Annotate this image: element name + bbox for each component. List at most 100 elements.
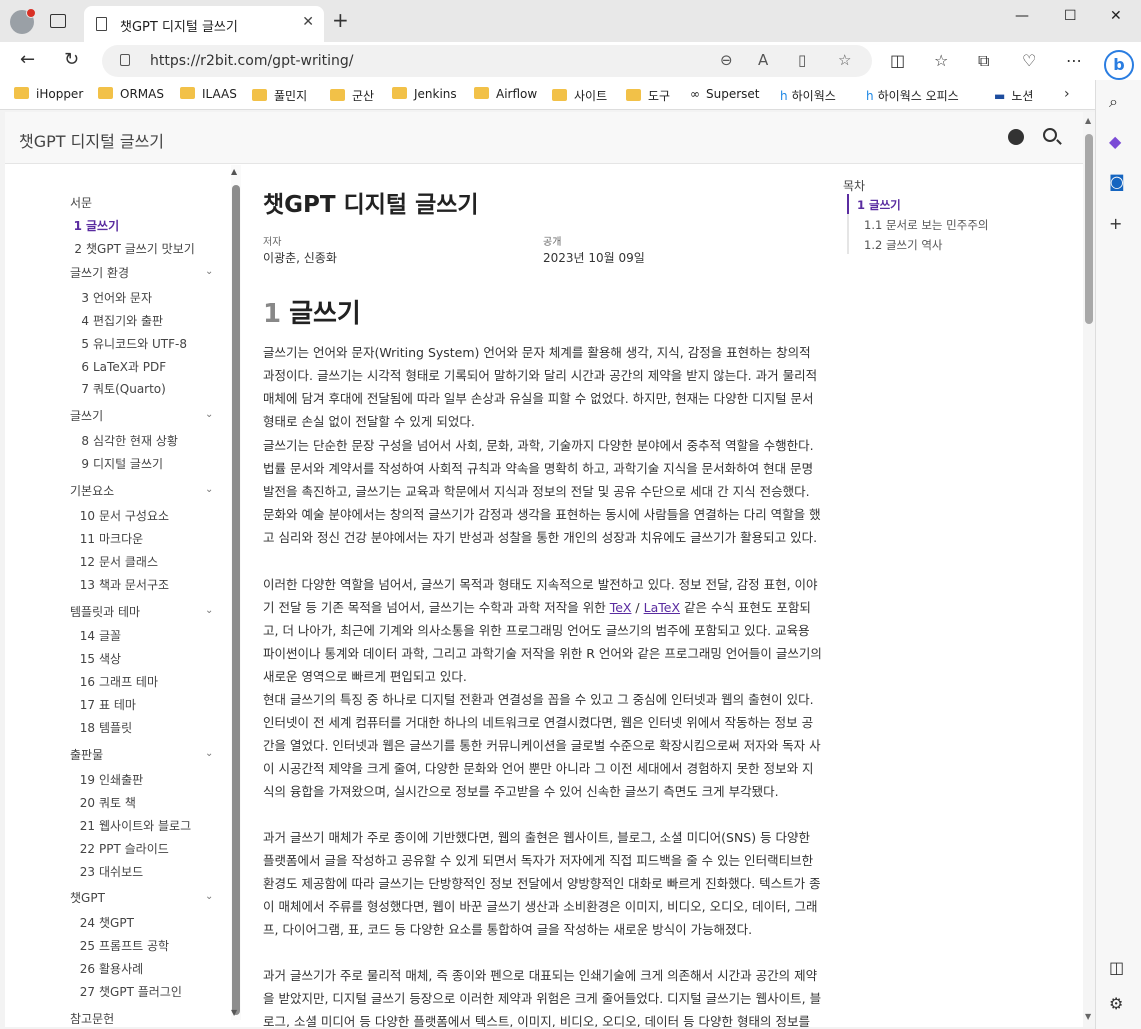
sidebar-item-chapter[interactable]: 3 언어와 문자 bbox=[77, 289, 152, 306]
sidebar-section[interactable]: 챗GPT bbox=[70, 889, 105, 906]
bookmark-item[interactable]: 사이트 bbox=[552, 87, 607, 104]
chevron-down-icon[interactable]: ⌄ bbox=[205, 891, 213, 902]
scrollbar-thumb[interactable] bbox=[1085, 134, 1093, 324]
tex-link[interactable]: TeX bbox=[610, 600, 632, 615]
favorites-icon[interactable]: ☆ bbox=[934, 51, 948, 70]
bookmark-item[interactable]: 풀민지 bbox=[252, 87, 307, 104]
chevron-down-icon[interactable]: ⌄ bbox=[205, 266, 213, 277]
sidebar-item-chapter[interactable]: 10 문서 구성요소 bbox=[77, 507, 169, 524]
sidebar-section[interactable]: 기본요소 bbox=[70, 482, 114, 499]
bookmark-item[interactable]: ILAAS bbox=[180, 87, 237, 101]
favorite-star-icon[interactable]: ☆ bbox=[838, 51, 851, 69]
bookmark-item[interactable]: h 하이웍스 오피스 bbox=[866, 87, 959, 104]
address-bar[interactable]: https://r2bit.com/gpt-writing/ ⊖ A ▯ ☆ bbox=[102, 45, 872, 77]
maximize-icon[interactable]: ☐ bbox=[1064, 8, 1077, 24]
sidebar-scrollbar[interactable]: ▲ ▼ bbox=[231, 165, 241, 1020]
sidebar-item-chapter[interactable]: 23 대쉬보드 bbox=[77, 863, 143, 880]
sidebar-item-chapter[interactable]: 8 심각한 현재 상황 bbox=[77, 432, 178, 449]
chevron-down-icon[interactable]: ⌄ bbox=[205, 748, 213, 759]
sidebar-item-chapter[interactable]: 13 책과 문서구조 bbox=[77, 576, 169, 593]
sidebar-item-chapter[interactable]: 16 그래프 테마 bbox=[77, 673, 158, 690]
scroll-up-icon[interactable]: ▲ bbox=[1085, 116, 1091, 125]
url-text[interactable]: https://r2bit.com/gpt-writing/ bbox=[150, 53, 353, 69]
chevron-down-icon[interactable]: ⌄ bbox=[205, 409, 213, 420]
sidebar-section[interactable]: 글쓰기 환경 bbox=[70, 264, 129, 281]
sidebar-item-chapter[interactable]: 26 활용사례 bbox=[77, 960, 143, 977]
reader-view-icon[interactable]: ▯ bbox=[798, 51, 806, 69]
sidebar-item-chapter[interactable]: 18 템플릿 bbox=[77, 719, 132, 736]
bookmark-item[interactable]: 도구 bbox=[626, 87, 670, 104]
new-tab-icon[interactable]: + bbox=[332, 10, 349, 30]
collections-icon[interactable]: ⧉ bbox=[978, 51, 989, 71]
split-screen-icon[interactable]: ◫ bbox=[890, 51, 905, 70]
sidebar-item-chapter[interactable]: 15 색상 bbox=[77, 650, 121, 667]
toc-item[interactable]: 1.2 글쓰기 역사 bbox=[864, 237, 943, 253]
window-close-icon[interactable]: ✕ bbox=[1110, 8, 1122, 24]
scroll-down-icon[interactable]: ▼ bbox=[231, 1008, 237, 1017]
sidebar-item-chapter[interactable]: 11 마크다운 bbox=[77, 530, 143, 547]
bookmark-item[interactable]: h 하이웍스 bbox=[780, 87, 836, 104]
minimize-icon[interactable]: — bbox=[1015, 8, 1029, 24]
tab-actions-icon[interactable] bbox=[50, 14, 66, 28]
sidebar-section[interactable]: 템플릿과 테마 bbox=[70, 603, 140, 620]
add-icon[interactable]: + bbox=[1109, 214, 1122, 233]
settings-gear-icon[interactable]: ⚙ bbox=[1109, 994, 1123, 1013]
scrollbar-thumb[interactable] bbox=[232, 185, 240, 1015]
sidebar-section[interactable]: 글쓰기 bbox=[70, 407, 103, 424]
sidebar-item-chapter[interactable]: 1 글쓰기 bbox=[70, 217, 119, 234]
sidebar-section[interactable]: 출판물 bbox=[70, 746, 103, 763]
copilot-icon[interactable]: ◆ bbox=[1109, 132, 1121, 151]
more-menu-icon[interactable]: ⋯ bbox=[1066, 51, 1082, 70]
sidebar-item-chapter[interactable]: 6 LaTeX과 PDF bbox=[77, 358, 166, 375]
bookmark-item[interactable]: Airflow bbox=[474, 87, 537, 101]
chevron-right-icon[interactable]: › bbox=[1064, 86, 1070, 102]
sidebar-item-preface[interactable]: 서문 bbox=[70, 194, 92, 211]
bookmark-item[interactable]: iHopper bbox=[14, 87, 83, 101]
site-title[interactable]: 챗GPT 디지털 글쓰기 bbox=[19, 128, 164, 152]
sidebar-item-chapter[interactable]: 25 프롬프트 공학 bbox=[77, 937, 169, 954]
sidebar-item-chapter[interactable]: 17 표 테마 bbox=[77, 696, 136, 713]
close-tab-icon[interactable]: ✕ bbox=[302, 14, 314, 30]
bing-copilot-icon[interactable]: b bbox=[1104, 50, 1134, 80]
refresh-icon[interactable]: ↻ bbox=[64, 50, 79, 70]
scroll-down-icon[interactable]: ▼ bbox=[1085, 1012, 1091, 1021]
back-icon[interactable]: ← bbox=[20, 50, 35, 70]
chevron-down-icon[interactable]: ⌄ bbox=[205, 605, 213, 616]
toc-item[interactable]: 1 글쓰기 bbox=[857, 197, 901, 213]
search-icon[interactable]: ⌕ bbox=[1109, 92, 1118, 112]
page-scrollbar[interactable]: ▲ ▼ bbox=[1083, 112, 1095, 1027]
bookmark-item[interactable]: Jenkins bbox=[392, 87, 457, 101]
sidebar-item-chapter[interactable]: 22 PPT 슬라이드 bbox=[77, 840, 169, 857]
chevron-down-icon[interactable]: ⌄ bbox=[205, 484, 213, 495]
outlook-icon[interactable]: ◙ bbox=[1109, 172, 1125, 191]
health-icon[interactable]: ♡ bbox=[1022, 51, 1036, 70]
sidebar-item-chapter[interactable]: 14 글꼴 bbox=[77, 627, 121, 644]
latex-link[interactable]: LaTeX bbox=[644, 600, 680, 615]
bookmark-item[interactable]: ▬ 노션 bbox=[994, 87, 1033, 104]
sidebar-toggle-icon[interactable]: ◫ bbox=[1109, 958, 1124, 977]
sidebar-item-chapter[interactable]: 27 챗GPT 플러그인 bbox=[77, 983, 182, 1000]
scroll-up-icon[interactable]: ▲ bbox=[231, 167, 237, 176]
github-icon[interactable] bbox=[1008, 129, 1024, 145]
browser-tab[interactable]: 챗GPT 디지털 글쓰기 ✕ bbox=[84, 6, 324, 42]
sidebar-item-chapter[interactable]: 5 유니코드와 UTF-8 bbox=[77, 335, 187, 352]
zoom-icon[interactable]: ⊖ bbox=[720, 51, 733, 69]
page-icon bbox=[96, 17, 107, 31]
sidebar-item-references[interactable]: 참고문헌 bbox=[70, 1010, 114, 1027]
bookmark-item[interactable]: ORMAS bbox=[98, 87, 164, 101]
sidebar-item-chapter[interactable]: 21 웹사이트와 블로그 bbox=[77, 817, 191, 834]
sidebar-item-chapter[interactable]: 7 쿼토(Quarto) bbox=[77, 380, 165, 397]
sidebar-item-chapter[interactable]: 24 챗GPT bbox=[77, 914, 134, 931]
toc-item[interactable]: 1.1 문서로 보는 민주주의 bbox=[864, 217, 988, 233]
sidebar-item-chapter[interactable]: 20 쿼토 책 bbox=[77, 794, 136, 811]
read-aloud-icon[interactable]: A bbox=[758, 51, 768, 69]
sidebar-item-chapter[interactable]: 12 문서 클래스 bbox=[77, 553, 158, 570]
sidebar-item-chapter[interactable]: 2 챗GPT 글쓰기 맛보기 bbox=[70, 240, 194, 257]
bookmark-item[interactable]: ∞ Superset bbox=[690, 87, 760, 101]
search-icon[interactable] bbox=[1043, 128, 1057, 142]
sidebar-item-chapter[interactable]: 9 디지털 글쓰기 bbox=[77, 455, 163, 472]
sidebar-item-chapter[interactable]: 19 인쇄출판 bbox=[77, 771, 143, 788]
sidebar-item-chapter[interactable]: 4 편집기와 출판 bbox=[77, 312, 163, 329]
profile-avatar[interactable] bbox=[10, 8, 36, 34]
bookmark-item[interactable]: 군산 bbox=[330, 87, 374, 104]
